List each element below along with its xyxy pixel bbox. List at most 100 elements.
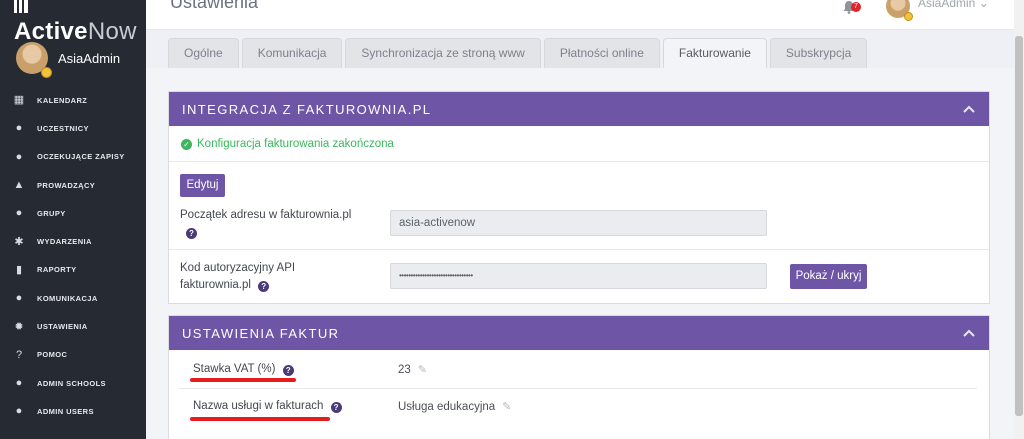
sidebar-item-pomoc[interactable]: ? POMOC bbox=[0, 341, 146, 369]
scrollbar[interactable] bbox=[1014, 0, 1024, 439]
sidebar-nav: ▦ KALENDARZ ● UCZESTNICY ● OCZEKUJĄCE ZAPISY ▲… bbox=[0, 86, 146, 426]
chart-icon: ▮ bbox=[15, 263, 23, 276]
chevron-up-icon[interactable] bbox=[963, 327, 975, 339]
integration-panel-header[interactable]: INTEGRACJA Z FAKTUROWNIA.PL bbox=[169, 92, 989, 126]
sidebar-item-label: ADMIN SCHOOLS bbox=[37, 378, 106, 388]
tab-subskrypcja[interactable]: Subskrypcja bbox=[769, 38, 868, 68]
help-icon: ? bbox=[15, 348, 23, 361]
address-label: Początek adresu w fakturownia.pl ? bbox=[180, 207, 351, 241]
integration-status-text: Konfiguracja fakturowania zakończona bbox=[197, 138, 394, 150]
top-user-menu[interactable]: AsiaAdmin ⌄ bbox=[918, 0, 989, 10]
pencil-icon[interactable]: ✎ bbox=[418, 363, 427, 376]
tab-ogólne[interactable]: Ogólne bbox=[168, 38, 239, 68]
top-avatar[interactable] bbox=[886, 0, 913, 21]
sidebar-item-grupy[interactable]: ● GRUPY bbox=[0, 199, 146, 227]
sidebar: ActiveNow AsiaAdmin ▦ KALENDARZ ● UCZESTNIC… bbox=[0, 0, 146, 439]
show-hide-button[interactable]: Pokaż / ukryj bbox=[790, 264, 867, 289]
tab-synchronizacja-ze-stroną-www[interactable]: Synchronizacja ze stroną www bbox=[345, 38, 541, 68]
sidebar-item-admin-schools[interactable]: ● ADMIN SCHOOLS bbox=[0, 369, 146, 397]
tab-fakturowanie[interactable]: Fakturowanie bbox=[662, 38, 767, 68]
admin-users-icon: ● bbox=[15, 405, 23, 418]
top-user-name: AsiaAdmin bbox=[918, 0, 976, 10]
help-icon[interactable]: ? bbox=[258, 281, 270, 292]
user-pending-icon: ● bbox=[15, 150, 23, 163]
medal-icon bbox=[904, 12, 913, 21]
divider bbox=[179, 388, 977, 389]
topbar: Ustawienia 7 AsiaAdmin ⌄ bbox=[146, 0, 1014, 30]
sidebar-item-label: KALENDARZ bbox=[37, 95, 88, 105]
sidebar-user-name: AsiaAdmin bbox=[58, 50, 121, 66]
edit-button[interactable]: Edytuj bbox=[180, 174, 225, 197]
chat-icon: ● bbox=[15, 292, 23, 305]
user-icon: ● bbox=[15, 122, 23, 135]
sidebar-item-prowadzący[interactable]: ▲ PROWADZĄCY bbox=[0, 171, 146, 199]
sidebar-item-label: ADMIN USERS bbox=[37, 406, 94, 416]
service-label-text: Nazwa usługi w fakturach bbox=[193, 400, 324, 412]
sidebar-item-admin-users[interactable]: ● ADMIN USERS bbox=[0, 397, 146, 425]
tab-komunikacja[interactable]: Komunikacja bbox=[241, 38, 343, 68]
sidebar-item-wydarzenia[interactable]: ✱ WYDARZENIA bbox=[0, 227, 146, 255]
sidebar-item-kalendarz[interactable]: ▦ KALENDARZ bbox=[0, 86, 146, 114]
admin-schools-icon: ● bbox=[15, 377, 23, 390]
group-icon: ● bbox=[15, 207, 23, 220]
sidebar-item-label: POMOC bbox=[37, 350, 68, 360]
divider bbox=[169, 249, 989, 250]
help-icon[interactable]: ? bbox=[186, 228, 197, 239]
service-value-text: Usługa edukacyjna bbox=[398, 401, 496, 413]
address-input[interactable]: asia-activenow bbox=[390, 210, 767, 236]
logo[interactable]: ActiveNow bbox=[14, 0, 146, 46]
sidebar-item-uczestnicy[interactable]: ● UCZESTNICY bbox=[0, 114, 146, 142]
logo-text-main: Active bbox=[14, 18, 88, 45]
logo-text-accent: Now bbox=[87, 18, 137, 45]
integration-status: ✓ Konfiguracja fakturowania zakończona bbox=[181, 138, 394, 150]
vat-value-text: 23 bbox=[398, 364, 411, 376]
logo-mark-icon bbox=[14, 0, 28, 13]
integration-panel-title: INTEGRACJA Z FAKTUROWNIA.PL bbox=[182, 101, 432, 117]
graduation-cap-icon: ▲ bbox=[13, 179, 25, 192]
chevron-up-icon[interactable] bbox=[963, 103, 975, 115]
api-label-line2: fakturownia.pl bbox=[180, 279, 251, 291]
sidebar-item-label: USTAWIENIA bbox=[37, 322, 88, 332]
sidebar-item-label: GRUPY bbox=[37, 208, 66, 218]
invoice-settings-panel: USTAWIENIA FAKTUR Stawka VAT (%) ? 23 ✎ N… bbox=[168, 315, 990, 439]
notification-badge: 7 bbox=[851, 2, 861, 12]
api-label-line1: Kod autoryzacyjny API bbox=[180, 262, 296, 274]
vat-value[interactable]: 23 ✎ bbox=[398, 363, 427, 376]
scroll-thumb[interactable] bbox=[1015, 36, 1023, 416]
calendar-icon: ▦ bbox=[13, 94, 25, 107]
sidebar-item-label: UCZESTNICY bbox=[37, 123, 89, 133]
tab-płatności-online[interactable]: Płatności online bbox=[543, 38, 660, 68]
sidebar-item-raporty[interactable]: ▮ RAPORTY bbox=[0, 256, 146, 284]
gear-icon: ✹ bbox=[14, 320, 24, 333]
api-key-input[interactable]: •••••••••••••••••••••••••••••••• bbox=[390, 263, 767, 289]
check-circle-icon: ✓ bbox=[181, 138, 192, 150]
page-title: Ustawienia bbox=[170, 0, 259, 12]
api-label: Kod autoryzacyjny API fakturownia.pl ? bbox=[180, 260, 295, 294]
invoice-panel-header[interactable]: USTAWIENIA FAKTUR bbox=[169, 316, 989, 350]
integration-panel: INTEGRACJA Z FAKTUROWNIA.PL ✓ Konfigurac… bbox=[168, 91, 990, 304]
events-icon: ✱ bbox=[14, 235, 24, 248]
service-value[interactable]: Usługa edukacyjna ✎ bbox=[398, 400, 511, 413]
chevron-down-icon: ⌄ bbox=[978, 0, 989, 10]
help-icon[interactable]: ? bbox=[282, 365, 294, 376]
sidebar-item-label: RAPORTY bbox=[37, 265, 77, 275]
avatar bbox=[16, 42, 52, 78]
medal-icon bbox=[41, 67, 52, 78]
service-label: Nazwa usługi w fakturach ? bbox=[193, 398, 342, 415]
sidebar-item-komunikacja[interactable]: ● KOMUNIKACJA bbox=[0, 284, 146, 312]
pencil-icon[interactable]: ✎ bbox=[502, 400, 511, 413]
sidebar-item-label: WYDARZENIA bbox=[37, 237, 92, 247]
sidebar-item-label: PROWADZĄCY bbox=[37, 180, 96, 190]
vat-label-text: Stawka VAT (%) bbox=[193, 363, 276, 375]
sidebar-item-label: OCZEKUJĄCE ZAPISY bbox=[37, 152, 125, 162]
sidebar-item-ustawienia[interactable]: ✹ USTAWIENIA bbox=[0, 312, 146, 340]
sidebar-item-label: KOMUNIKACJA bbox=[37, 293, 98, 303]
vat-label: Stawka VAT (%) ? bbox=[193, 361, 294, 378]
invoice-panel-title: USTAWIENIA FAKTUR bbox=[182, 325, 340, 341]
highlight-underline bbox=[190, 417, 330, 421]
settings-tabs: Ogólne Komunikacja Synchronizacja ze stron… bbox=[168, 38, 870, 68]
help-icon[interactable]: ? bbox=[330, 402, 342, 413]
address-label-text: Początek adresu w fakturownia.pl bbox=[180, 209, 352, 221]
sidebar-user[interactable]: AsiaAdmin bbox=[16, 42, 121, 78]
sidebar-item-oczekujące-zapisy[interactable]: ● OCZEKUJĄCE ZAPISY bbox=[0, 143, 146, 171]
